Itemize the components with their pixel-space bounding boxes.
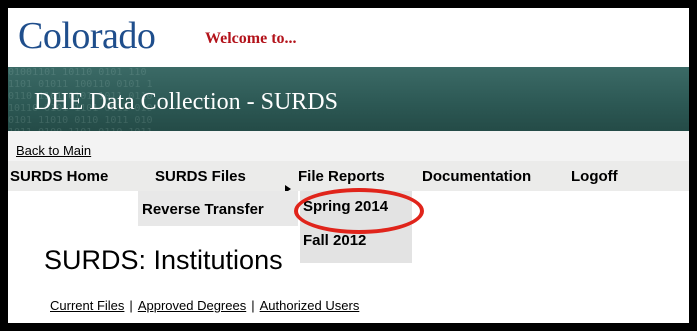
header: Colorado Welcome to... <box>8 8 689 67</box>
current-files-link[interactable]: Current Files <box>50 298 124 313</box>
subnav-separator: | <box>251 298 255 313</box>
banner: 01001101 10110 0101 110 1101 01011 10011… <box>8 67 689 131</box>
welcome-text: Welcome to... <box>205 30 297 47</box>
nav-logoff[interactable]: Logoff <box>571 168 618 185</box>
approved-degrees-link[interactable]: Approved Degrees <box>138 298 246 313</box>
colorado-logo[interactable]: Colorado <box>18 14 156 58</box>
back-to-main-link[interactable]: Back to Main <box>16 143 91 158</box>
page-title: SURDS: Institutions <box>44 245 283 275</box>
authorized-users-link[interactable]: Authorized Users <box>260 298 360 313</box>
highlight-annotation-circle <box>294 188 424 234</box>
nav-surds-files[interactable]: SURDS Files <box>155 168 246 185</box>
institution-subnav: Current Files | Approved Degrees | Authorize… <box>50 298 359 313</box>
nav-documentation[interactable]: Documentation <box>422 168 531 185</box>
back-bar <box>8 131 689 162</box>
menu-item-reverse-transfer[interactable]: Reverse Transfer <box>142 201 264 218</box>
screenshot-frame: Colorado Welcome to... 01001101 10110 01… <box>0 0 697 331</box>
menu-item-fall-2012[interactable]: Fall 2012 <box>303 232 371 249</box>
page: Colorado Welcome to... 01001101 10110 01… <box>8 8 689 323</box>
nav-file-reports[interactable]: File Reports <box>298 168 385 185</box>
banner-title: DHE Data Collection - SURDS <box>34 89 338 115</box>
subnav-separator: | <box>129 298 133 313</box>
nav-surds-home[interactable]: SURDS Home <box>10 168 108 185</box>
